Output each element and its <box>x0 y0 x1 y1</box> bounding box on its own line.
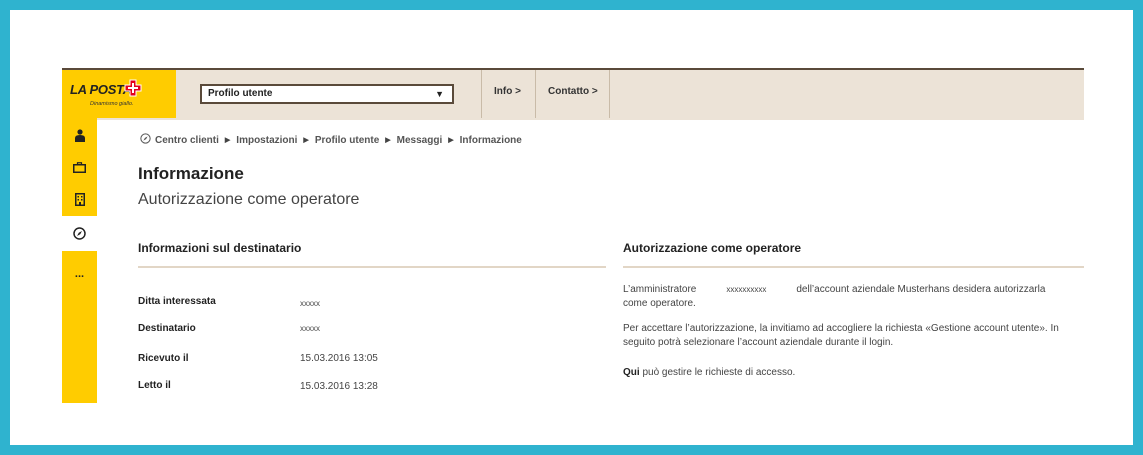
section-divider <box>138 266 606 268</box>
more-icon: ... <box>74 267 85 280</box>
field-label-company: Ditta interessata <box>138 296 216 307</box>
logo-text: LA POSTA <box>70 82 132 97</box>
nav-contatto-link[interactable]: Contatto > <box>548 86 598 97</box>
breadcrumb-separator-icon: ▶ <box>224 137 231 144</box>
section-divider <box>623 266 1084 268</box>
field-value-company: xxxxx <box>300 299 320 308</box>
redacted-admin-name: xxxxxxxxxx <box>726 285 767 294</box>
sidebar-item-customer-center[interactable] <box>62 216 97 251</box>
paragraph-text: può gestire le richieste di accesso. <box>639 367 796 378</box>
authorization-paragraph-2: Per accettare l’autorizzazione, la invit… <box>623 323 1059 348</box>
sidebar-item-company[interactable] <box>62 182 97 217</box>
breadcrumb-item[interactable]: Impostazioni <box>236 135 297 146</box>
briefcase-icon <box>73 162 86 173</box>
page-subtitle: Autorizzazione come operatore <box>138 191 360 208</box>
breadcrumb-item[interactable]: Messaggi <box>397 135 443 146</box>
field-value-received: 15.03.2016 13:05 <box>300 353 378 364</box>
icon-sidebar: ... <box>62 118 97 403</box>
sidebar-item-more[interactable]: ... <box>62 256 97 291</box>
breadcrumb-item[interactable]: Centro clienti <box>155 135 219 146</box>
field-value-read: 15.03.2016 13:28 <box>300 381 378 392</box>
profile-select-value: Profilo utente <box>208 88 273 99</box>
breadcrumb: Centro clienti ▶ Impostazioni ▶ Profilo uten… <box>140 133 522 146</box>
breadcrumb-separator-icon: ▶ <box>385 137 391 144</box>
user-icon <box>74 129 85 142</box>
recipient-section-title: Informazioni sul destinatario <box>138 241 302 255</box>
sidebar-item-user[interactable] <box>62 118 97 153</box>
building-icon <box>74 193 85 206</box>
field-label-received: Ricevuto il <box>138 353 189 364</box>
sidebar-item-business[interactable] <box>62 150 97 185</box>
nav-info-link[interactable]: Info > <box>494 86 521 97</box>
breadcrumb-separator-icon: ▶ <box>303 137 309 144</box>
nav-divider <box>609 70 610 118</box>
paragraph-text: L’amministratore <box>623 284 697 295</box>
authorization-paragraph-3: Qui può gestire le richieste di accesso. <box>623 366 1063 380</box>
breadcrumb-current: Informazione <box>459 135 522 146</box>
dropdown-arrow-icon: ▼ <box>435 89 444 99</box>
brand-logo[interactable]: LA POSTA Dinamismo giallo. <box>62 70 176 118</box>
profile-select[interactable]: Profilo utente ▼ <box>200 84 454 104</box>
logo-tagline: Dinamismo giallo. <box>90 101 134 107</box>
swiss-cross-icon <box>124 79 142 97</box>
access-requests-link[interactable]: Qui <box>623 367 640 378</box>
page-title: Informazione <box>138 164 244 183</box>
compass-icon <box>140 133 151 144</box>
nav-divider <box>535 70 536 118</box>
authorization-paragraph-1: L’amministratore xxxxxxxxxx dell’account a… <box>623 283 1063 311</box>
breadcrumb-item[interactable]: Profilo utente <box>315 135 379 146</box>
field-label-recipient: Destinatario <box>138 323 196 334</box>
field-label-read: Letto il <box>138 380 171 391</box>
nav-divider <box>481 70 482 118</box>
compass-icon <box>73 227 86 240</box>
field-value-recipient: xxxxx <box>300 324 320 333</box>
breadcrumb-separator-icon: ▶ <box>448 137 454 144</box>
authorization-section-title: Autorizzazione come operatore <box>623 241 802 255</box>
